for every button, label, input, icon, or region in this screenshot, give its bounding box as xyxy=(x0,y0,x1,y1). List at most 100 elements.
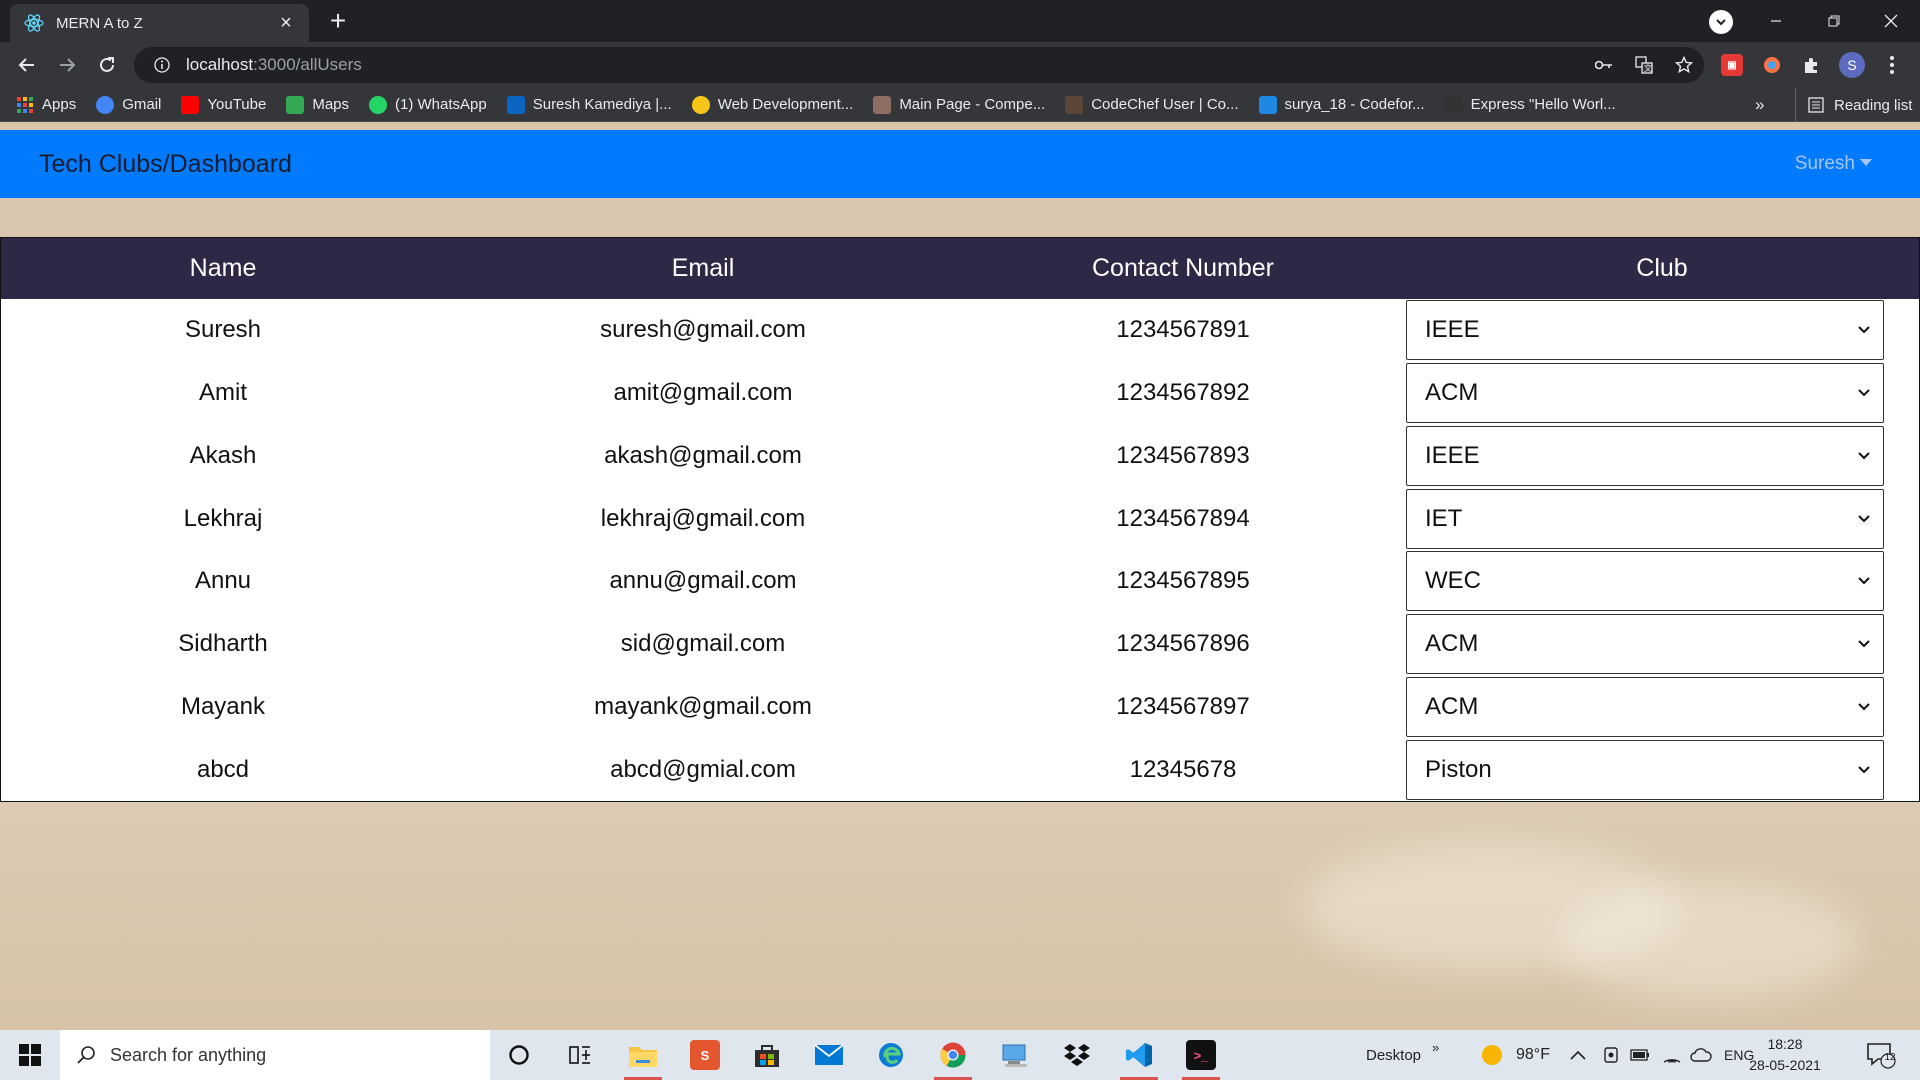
cell-name: abcd xyxy=(196,755,250,783)
file-explorer-app[interactable] xyxy=(618,1035,668,1080)
mail-app[interactable] xyxy=(804,1035,854,1075)
restore-icon xyxy=(1828,15,1840,27)
restore-button[interactable] xyxy=(1805,0,1863,42)
notification-center-button[interactable]: 12 xyxy=(1866,1030,1896,1080)
back-button[interactable] xyxy=(12,50,42,80)
address-bar[interactable]: localhost:3000/allUsers 文 xyxy=(134,47,1704,83)
club-select[interactable]: ACM xyxy=(1406,363,1884,424)
browser-menu-button[interactable] xyxy=(1877,50,1907,80)
browser-tab-active[interactable]: MERN A to Z × xyxy=(10,4,309,42)
desktop-toolbar-label[interactable]: Desktop xyxy=(1366,1030,1421,1080)
tab-search-button[interactable] xyxy=(1709,10,1733,34)
clock-time: 18:28 xyxy=(1767,1036,1803,1052)
caret-down-icon xyxy=(1860,158,1872,166)
linkedin-icon xyxy=(506,95,525,114)
windows-start-button[interactable] xyxy=(12,1042,48,1068)
url-host: localhost xyxy=(186,55,254,74)
extension-colorful-icon[interactable] xyxy=(1757,50,1787,80)
bookmarks-overflow-button[interactable]: » xyxy=(1755,88,1764,122)
monitor-icon xyxy=(1002,1044,1027,1067)
bookmark-item[interactable]: CodeChef User | Co... xyxy=(1065,95,1239,114)
weather-widget[interactable]: 98°F xyxy=(1480,1030,1550,1080)
cell-email: amit@gmail.com xyxy=(613,379,793,407)
table-row: Annu annu@gmail.com 1234567895 WEC xyxy=(1,550,1919,613)
bookmark-item[interactable]: Gmail xyxy=(96,95,161,114)
tray-device-icon[interactable] xyxy=(1602,1030,1620,1080)
user-dropdown[interactable]: Suresh xyxy=(1795,130,1872,198)
table-header-row: Name Email Contact Number Club xyxy=(1,238,1919,299)
forward-button[interactable] xyxy=(52,50,82,80)
chevron-down-icon xyxy=(1857,449,1871,463)
arrow-left-icon xyxy=(18,58,34,72)
site-info-icon[interactable] xyxy=(144,57,180,73)
terminal-app[interactable]: >_ xyxy=(1176,1035,1226,1080)
battery-icon[interactable] xyxy=(1630,1030,1650,1080)
club-select[interactable]: Piston xyxy=(1406,739,1884,800)
club-select-value: ACM xyxy=(1425,379,1479,407)
bookmark-label: YouTube xyxy=(207,96,267,113)
page-content: Tech Clubs/Dashboard Suresh Name Email C… xyxy=(0,122,1920,1030)
onedrive-cloud-icon[interactable] xyxy=(1690,1030,1712,1080)
bookmark-item[interactable]: (1) WhatsApp xyxy=(369,95,487,114)
club-select[interactable]: IEEE xyxy=(1406,300,1884,361)
vscode-app[interactable] xyxy=(1114,1035,1164,1080)
reload-icon xyxy=(100,57,114,72)
key-icon[interactable] xyxy=(1584,59,1624,71)
navbar-brand[interactable]: Tech Clubs/Dashboard xyxy=(39,130,292,198)
desktop-toolbar-chevron[interactable]: » xyxy=(1432,1022,1439,1072)
mail-icon xyxy=(814,1044,844,1065)
windows-taskbar: Search for anything S >_ Desktop » 98°F … xyxy=(0,1030,1920,1080)
tab-close-icon[interactable]: × xyxy=(275,13,297,33)
chevron-down-icon xyxy=(1857,512,1871,526)
cell-name: Suresh xyxy=(184,316,262,344)
store-app[interactable] xyxy=(742,1035,792,1075)
club-select[interactable]: ACM xyxy=(1406,614,1884,675)
club-select[interactable]: IET xyxy=(1406,488,1884,549)
cell-club: ACM xyxy=(1405,362,1919,425)
close-window-button[interactable] xyxy=(1862,0,1920,42)
cell-contact: 1234567892 xyxy=(1116,379,1250,407)
task-view-button[interactable] xyxy=(555,1035,605,1075)
bookmark-item[interactable]: surya_18 - Codefor... xyxy=(1258,95,1425,114)
translate-icon[interactable]: 文 xyxy=(1624,56,1664,74)
star-bookmark-icon[interactable] xyxy=(1664,56,1704,74)
club-select[interactable]: ACM xyxy=(1406,676,1884,737)
cell-contact: 1234567896 xyxy=(1116,630,1250,658)
bookmark-label: Maps xyxy=(312,96,350,113)
club-select-value: IEEE xyxy=(1425,316,1480,344)
taskbar-clock[interactable]: 18:28 28-05-2021 xyxy=(1745,1034,1825,1076)
dropbox-app[interactable] xyxy=(1052,1035,1102,1075)
club-select[interactable]: WEC xyxy=(1406,551,1884,612)
extension-red-icon[interactable]: ▣ xyxy=(1717,50,1747,80)
edge-app[interactable] xyxy=(866,1035,916,1075)
cell-contact: 1234567895 xyxy=(1116,567,1250,595)
bookmark-item[interactable]: Web Development... xyxy=(691,95,853,114)
background-cloud xyxy=(1560,882,1860,1002)
chrome-app[interactable] xyxy=(928,1035,978,1080)
bookmark-item[interactable]: Apps xyxy=(16,96,76,114)
react-favicon-icon xyxy=(24,13,44,33)
tray-chevron-up-icon[interactable] xyxy=(1570,1030,1586,1080)
bookmark-item[interactable]: Suresh Kamediya |... xyxy=(506,95,672,114)
new-tab-button[interactable]: + xyxy=(322,6,354,38)
cell-name: Amit xyxy=(199,379,247,407)
bookmark-item[interactable]: Maps xyxy=(286,95,350,114)
cell-contact: 1234567893 xyxy=(1116,441,1250,469)
url-text[interactable]: localhost:3000/allUsers xyxy=(186,55,362,75)
bookmark-item[interactable]: Main Page - Compe... xyxy=(873,95,1045,114)
taskbar-search-box[interactable]: Search for anything xyxy=(60,1030,490,1080)
remote-desktop-app[interactable] xyxy=(990,1035,1040,1075)
minimize-button[interactable] xyxy=(1747,0,1805,42)
sun-weather-icon xyxy=(1482,1045,1502,1065)
profile-avatar[interactable]: S xyxy=(1837,50,1867,80)
cortana-button[interactable] xyxy=(494,1035,544,1075)
reload-button[interactable] xyxy=(92,50,122,80)
extensions-puzzle-icon[interactable] xyxy=(1797,50,1827,80)
wifi-icon[interactable] xyxy=(1662,1030,1682,1080)
bookmark-item[interactable]: YouTube xyxy=(181,95,267,114)
reading-list-button[interactable]: Reading list xyxy=(1795,88,1912,122)
club-select[interactable]: IEEE xyxy=(1406,425,1884,486)
sublime-app[interactable]: S xyxy=(680,1035,730,1075)
chevron-down-icon xyxy=(1857,323,1871,337)
bookmark-item[interactable]: Express "Hello Worl... xyxy=(1444,95,1616,114)
